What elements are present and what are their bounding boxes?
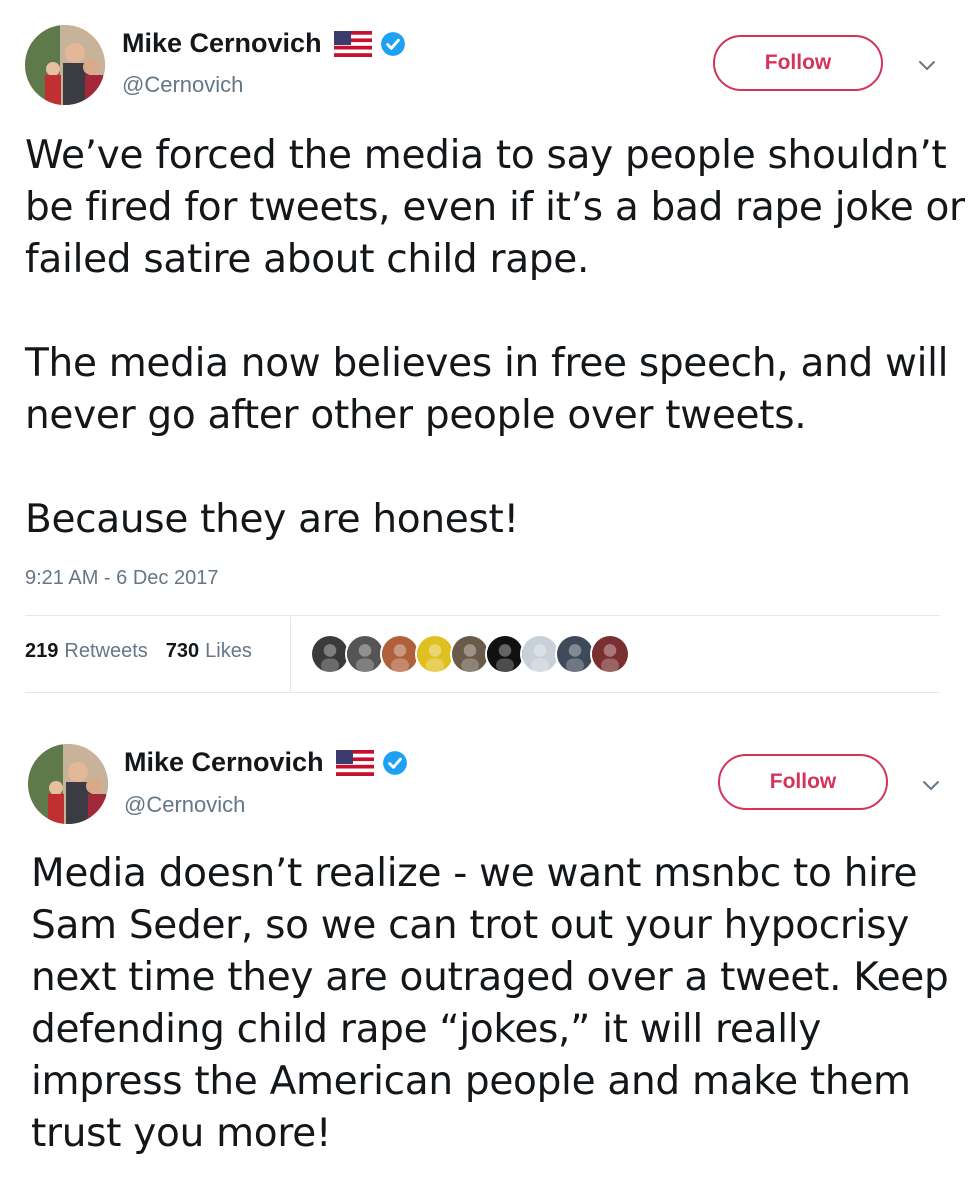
liker-avatar[interactable] [310, 634, 350, 674]
verified-badge-icon [382, 750, 408, 776]
liker-avatar[interactable] [415, 634, 455, 674]
liker-avatar[interactable] [485, 634, 525, 674]
author-avatar[interactable] [28, 744, 108, 824]
retweets-label: Retweets [64, 640, 148, 662]
liker-avatar[interactable] [520, 634, 560, 674]
chevron-down-icon[interactable] [920, 774, 942, 796]
author-name[interactable]: Mike Cernovich [122, 28, 322, 59]
author-name-row: Mike Cernovich [122, 28, 406, 59]
tweet-text: Media doesn’t realize - we want msnbc to… [31, 848, 961, 1160]
author-handle[interactable]: @Cernovich [124, 792, 245, 818]
tweet-paragraph: The media now believes in free speech, a… [25, 341, 949, 438]
tweet-timestamp[interactable]: 9:21 AM - 6 Dec 2017 [25, 567, 218, 590]
liker-avatar[interactable] [555, 634, 595, 674]
likes-label: Likes [205, 640, 252, 662]
liker-avatar[interactable] [345, 634, 385, 674]
follow-button[interactable]: Follow [718, 754, 888, 810]
tweet-paragraph: We’ve forced the media to say people sho… [25, 133, 965, 282]
follow-button[interactable]: Follow [713, 35, 883, 91]
likes-count: 730 [165, 640, 200, 662]
tweet-1: Mike Cernovich @Cernovich Follow We’ve f… [0, 0, 980, 700]
author-name[interactable]: Mike Cernovich [124, 747, 324, 778]
tweet-2: Mike Cernovich @Cernovich Follow Media d… [0, 730, 980, 1187]
divider [25, 692, 940, 693]
divider [25, 615, 940, 616]
author-name-row: Mike Cernovich [124, 747, 408, 778]
liker-avatar[interactable] [590, 634, 630, 674]
tweet-stats: 219 Retweets 730 Likes [25, 640, 252, 663]
liker-avatar[interactable] [380, 634, 420, 674]
verified-badge-icon [380, 31, 406, 57]
author-avatar[interactable] [25, 25, 105, 105]
liker-avatars [310, 634, 630, 674]
likes-stat[interactable]: 730 Likes [166, 640, 252, 663]
chevron-down-icon[interactable] [916, 54, 938, 76]
tweet-paragraph: Media doesn’t realize - we want msnbc to… [31, 851, 949, 1156]
stats-separator [290, 617, 291, 692]
liker-avatar[interactable] [450, 634, 490, 674]
tweet-text: We’ve forced the media to say people sho… [25, 130, 965, 546]
us-flag-icon [333, 30, 372, 57]
us-flag-icon [335, 749, 374, 776]
retweets-count: 219 [25, 640, 59, 662]
author-handle[interactable]: @Cernovich [122, 72, 243, 98]
tweet-paragraph: Because they are honest! [25, 497, 519, 542]
retweets-stat[interactable]: 219 Retweets [25, 640, 148, 663]
